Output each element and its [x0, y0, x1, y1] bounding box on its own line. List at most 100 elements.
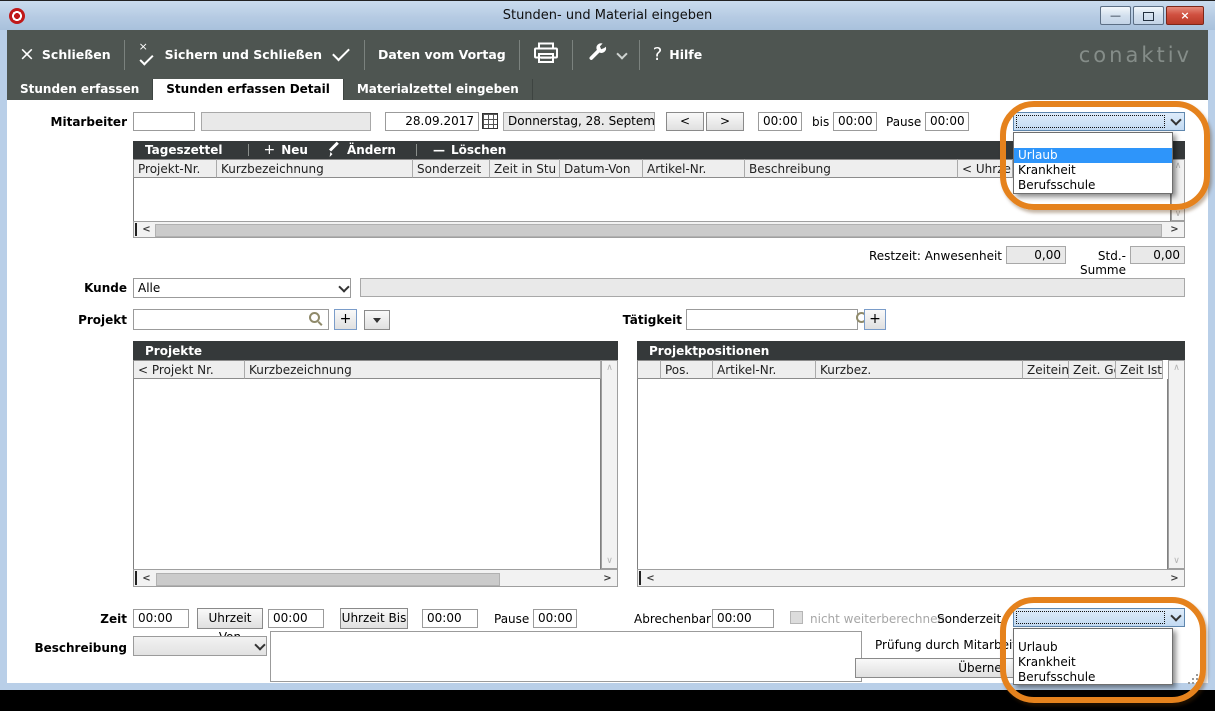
scroll-left-icon[interactable]: < [139, 572, 154, 585]
column-header-datum-von[interactable]: Datum-Von [560, 159, 643, 178]
combobox-arrow[interactable] [1167, 609, 1184, 626]
close-window-button[interactable]: × [1166, 6, 1204, 25]
zeit-field[interactable]: 00:00 [133, 609, 189, 628]
toolbar-separator [572, 40, 573, 70]
daten-vom-vortag-button[interactable]: Daten vom Vortag [378, 47, 506, 62]
projekte-hscrollbar[interactable]: < > [133, 569, 618, 587]
tab-stunden-erfassen[interactable]: Stunden erfassen [7, 79, 153, 100]
tageszettel-hscrollbar[interactable]: < > [133, 221, 1185, 238]
dropdown-option-urlaub[interactable]: Urlaub [1014, 640, 1172, 655]
column-splitter[interactable] [639, 571, 641, 585]
date-field[interactable]: 28.09.2017 [385, 112, 479, 131]
schliessen-button[interactable]: × Schließen [19, 45, 111, 64]
time-to-field[interactable]: 00:00 [833, 112, 877, 131]
tab-materialzettel-eingeben[interactable]: Materialzettel eingeben [344, 79, 533, 100]
hilfe-button[interactable]: ? Hilfe [653, 46, 703, 64]
scroll-right-icon[interactable]: > [1167, 223, 1182, 236]
kunde-select[interactable]: Alle [133, 278, 351, 298]
column-header-zeit-in-stu[interactable]: Zeit in Stu [490, 159, 560, 178]
loeschen-button[interactable]: — Löschen [433, 143, 506, 157]
column-header-kurzbezeichnung2[interactable]: Kurzbezeichnung [245, 360, 601, 379]
calendar-icon[interactable] [482, 113, 498, 129]
uhrzeit-bis-button[interactable]: Uhrzeit Bis [340, 608, 408, 629]
scroll-up-icon[interactable]: ∧ [602, 363, 617, 373]
column-header-zeit-ist[interactable]: Zeit Ist [1116, 360, 1163, 379]
combobox-arrow[interactable] [1167, 113, 1184, 130]
aendern-button[interactable]: Ändern [328, 143, 396, 157]
positionen-vscrollbar[interactable]: ∧ ∨ [1168, 360, 1185, 569]
taetigkeit-add-button[interactable]: + [864, 309, 886, 330]
beschreibung-preset-select[interactable] [133, 636, 267, 656]
scroll-down-icon[interactable]: ∨ [1169, 556, 1184, 566]
projekt-dropdown-button[interactable] [364, 310, 390, 330]
pause-field-top[interactable]: 00:00 [925, 112, 969, 131]
column-header-blank[interactable] [637, 360, 661, 379]
select-arrow[interactable] [340, 279, 348, 297]
scroll-up-icon[interactable]: ∧ [1172, 161, 1184, 171]
column-header-kurzbez[interactable]: Kurzbez. [816, 360, 1023, 379]
print-button[interactable] [533, 42, 559, 67]
select-arrow[interactable] [256, 637, 264, 655]
uhrzeit-von-button[interactable]: Uhrzeit Von [197, 608, 263, 629]
dropdown-option-berufsschule[interactable]: Berufsschule [1014, 178, 1172, 193]
column-header-projekt-nr[interactable]: Projekt-Nr. [133, 159, 217, 178]
resize-grip[interactable] [1188, 682, 1190, 684]
sonderzeit-combobox-top[interactable] [1013, 112, 1185, 131]
scroll-right-icon[interactable]: > [600, 572, 615, 585]
scrollbar-thumb[interactable] [156, 573, 500, 586]
positionen-table-body[interactable] [637, 379, 1168, 569]
scroll-down-icon[interactable]: ∨ [602, 556, 617, 566]
nicht-weiterberechnen-checkbox[interactable] [790, 611, 803, 624]
taetigkeit-label: Tätigkeit [602, 313, 682, 327]
column-header-artikel-nr2[interactable]: Artikel-Nr. [713, 360, 816, 379]
positionen-hscrollbar[interactable]: < > [637, 569, 1185, 587]
column-header-zeit-ge[interactable]: Zeit. Ge [1069, 360, 1116, 379]
dropdown-option-empty[interactable] [1014, 629, 1172, 640]
sonderzeit-combobox-bottom[interactable] [1013, 608, 1185, 627]
projekt-add-button[interactable]: + [334, 309, 357, 330]
previous-day-button[interactable]: < [666, 112, 704, 131]
taetigkeit-search-input[interactable] [686, 309, 858, 330]
column-header-kurzbezeichnung[interactable]: Kurzbezeichnung [217, 159, 413, 178]
mitarbeiter-id-field[interactable] [133, 112, 195, 131]
scroll-left-icon[interactable]: < [643, 572, 658, 585]
uhrzeit-bis-field[interactable]: 00:00 [422, 609, 478, 628]
scroll-left-icon[interactable]: < [139, 223, 154, 236]
scroll-down-icon[interactable]: ∨ [1172, 209, 1184, 219]
tools-menu-button[interactable] [586, 42, 626, 67]
column-header-artikel-nr[interactable]: Artikel-Nr. [643, 159, 745, 178]
projekte-vscrollbar[interactable]: ∧ ∨ [601, 360, 618, 569]
sichern-und-schliessen-button[interactable]: × Sichern und Schließen [138, 43, 351, 67]
maximize-button[interactable] [1133, 6, 1164, 25]
column-splitter[interactable] [135, 571, 137, 585]
column-splitter[interactable] [135, 223, 137, 236]
time-from-field[interactable]: 00:00 [758, 112, 802, 131]
dropdown-option-krankheit[interactable]: Krankheit [1014, 163, 1172, 178]
column-header-uhrzeit[interactable]: < Uhrzei [958, 159, 1013, 178]
next-day-button[interactable]: > [706, 112, 744, 131]
column-header-pos[interactable]: Pos. [661, 360, 713, 379]
pause-field-bottom[interactable]: 00:00 [533, 609, 577, 628]
column-header-projekt-nr2[interactable]: < Projekt Nr. [133, 360, 245, 379]
scroll-right-icon[interactable]: > [1167, 572, 1182, 585]
tageszettel-vscrollbar[interactable]: ∧ ∨ [1171, 159, 1185, 221]
abrechenbar-field[interactable]: 00:00 [712, 609, 774, 628]
dropdown-option-krankheit[interactable]: Krankheit [1014, 655, 1172, 670]
projekte-table-body[interactable] [133, 379, 601, 569]
beschreibung-textarea[interactable] [270, 631, 862, 682]
dropdown-option-empty[interactable] [1014, 133, 1172, 148]
column-header-sonderzeit[interactable]: Sonderzeit [413, 159, 490, 178]
scrollbar-thumb[interactable] [155, 224, 1162, 237]
pruefung-label: Prüfung durch Mitarbeit [875, 638, 1017, 652]
dropdown-option-urlaub[interactable]: Urlaub [1014, 148, 1172, 163]
uhrzeit-von-field[interactable]: 00:00 [268, 609, 324, 628]
column-header-beschreibung[interactable]: Beschreibung [745, 159, 958, 178]
scroll-up-icon[interactable]: ∧ [1169, 363, 1184, 373]
dropdown-option-berufsschule[interactable]: Berufsschule [1014, 670, 1172, 685]
minimize-button[interactable]: — [1100, 6, 1131, 25]
column-header-zeiteinh[interactable]: Zeiteinh [1023, 360, 1069, 379]
projekt-search-input[interactable] [133, 309, 329, 330]
projekt-label: Projekt [20, 313, 127, 327]
tab-stunden-erfassen-detail[interactable]: Stunden erfassen Detail [153, 79, 344, 100]
neu-button[interactable]: + Neu [263, 142, 307, 158]
